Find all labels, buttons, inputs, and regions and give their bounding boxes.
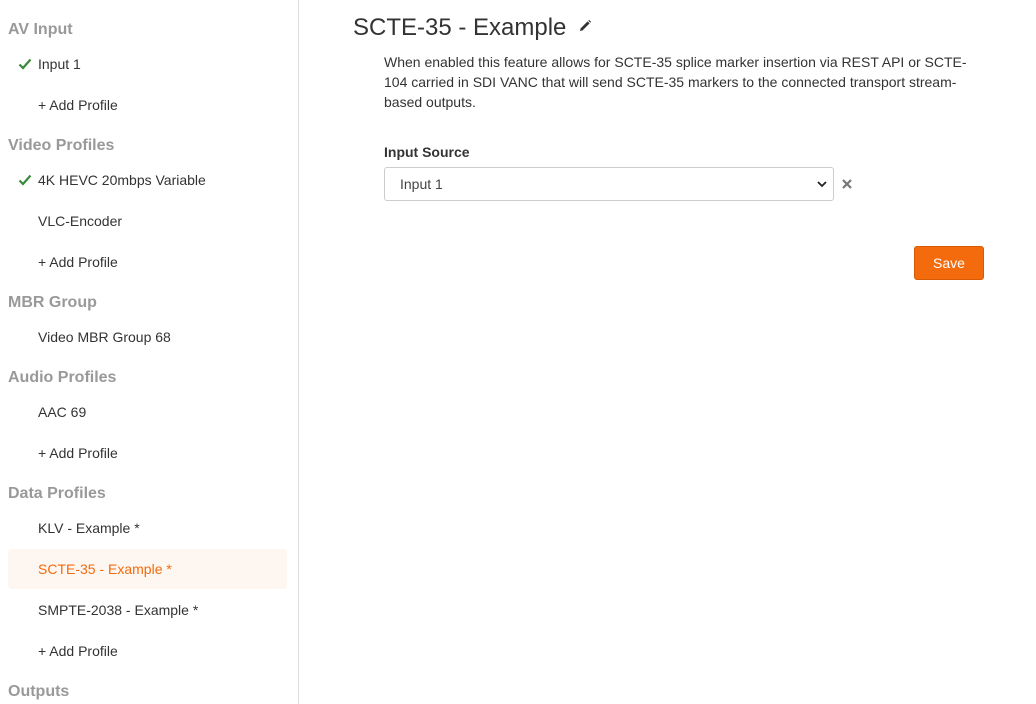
sidebar-item-label: + Add Profile: [38, 643, 118, 659]
sidebar-item-add-data-profile[interactable]: + Add Profile: [8, 631, 287, 671]
close-icon[interactable]: [841, 178, 853, 190]
sidebar-item-video-mbr-group[interactable]: Video MBR Group 68: [8, 317, 287, 357]
save-button[interactable]: Save: [914, 246, 984, 280]
feature-description: When enabled this feature allows for SCT…: [384, 54, 967, 110]
sidebar-item-label: 4K HEVC 20mbps Variable: [38, 172, 206, 188]
sidebar-item-label: Input 1: [38, 56, 81, 72]
section-title-data-profiles: Data Profiles: [8, 485, 106, 502]
sidebar-item-label: SMPTE-2038 - Example *: [38, 602, 199, 618]
sidebar-item-add-input-profile[interactable]: + Add Profile: [8, 85, 287, 125]
input-source-label: Input Source: [384, 144, 470, 160]
section-title-outputs: Outputs: [8, 683, 70, 700]
sidebar-item-label: VLC-Encoder: [38, 213, 123, 229]
page-title: SCTE-35 - Example: [353, 14, 567, 41]
sidebar: AV Input Input 1 + Add Profile Video Pro…: [0, 0, 299, 704]
section-title-av-input: AV Input: [8, 21, 73, 38]
sidebar-item-label: AAC 69: [38, 404, 87, 420]
sidebar-item-aac-69[interactable]: AAC 69: [8, 392, 287, 432]
check-icon: [18, 58, 32, 70]
sidebar-item-input-1[interactable]: Input 1: [8, 44, 287, 84]
sidebar-item-add-audio-profile[interactable]: + Add Profile: [8, 433, 287, 473]
input-source-select[interactable]: Input 1: [384, 167, 834, 201]
section-title-mbr-group: MBR Group: [8, 294, 97, 311]
sidebar-item-label: + Add Profile: [38, 445, 118, 461]
sidebar-item-label: KLV - Example *: [38, 520, 140, 536]
sidebar-item-4k-hevc[interactable]: 4K HEVC 20mbps Variable: [8, 160, 287, 200]
sidebar-item-smpte-2038-example[interactable]: SMPTE-2038 - Example *: [8, 590, 287, 630]
sidebar-item-label: + Add Profile: [38, 254, 118, 270]
section-title-video-profiles: Video Profiles: [8, 137, 115, 154]
sidebar-item-scte-35-example[interactable]: SCTE-35 - Example *: [8, 549, 287, 589]
sidebar-item-add-video-profile[interactable]: + Add Profile: [8, 242, 287, 282]
pencil-icon[interactable]: [578, 19, 592, 33]
sidebar-item-klv-example[interactable]: KLV - Example *: [8, 508, 287, 548]
check-icon: [18, 174, 32, 186]
input-source-value: Input 1: [400, 176, 443, 192]
section-title-audio-profiles: Audio Profiles: [8, 369, 117, 386]
main-panel: SCTE-35 - Example When enabled this feat…: [300, 0, 1036, 704]
sidebar-item-label: Video MBR Group 68: [38, 329, 171, 345]
sidebar-item-label: + Add Profile: [38, 97, 118, 113]
sidebar-item-label: SCTE-35 - Example *: [38, 561, 172, 577]
chevron-down-icon: [817, 181, 827, 188]
sidebar-item-vlc-encoder[interactable]: VLC-Encoder: [8, 201, 287, 241]
